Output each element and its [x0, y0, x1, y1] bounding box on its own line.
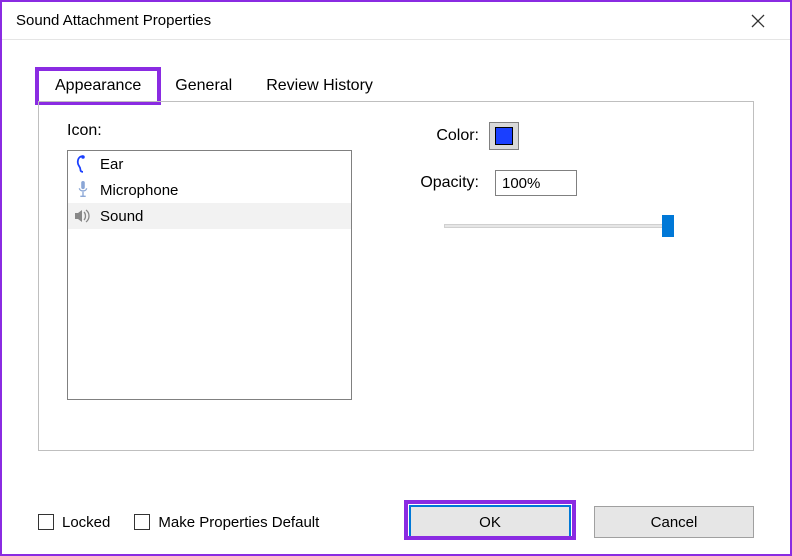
tab-label: Appearance [55, 77, 141, 94]
ear-icon [74, 155, 92, 173]
opacity-label: Opacity: [409, 174, 489, 192]
tab-label: Review History [266, 77, 373, 94]
tab-review-history[interactable]: Review History [249, 70, 390, 102]
window-title: Sound Attachment Properties [16, 12, 211, 29]
locked-checkbox[interactable]: Locked [38, 514, 110, 531]
list-item-label: Ear [100, 156, 123, 173]
ok-button[interactable]: OK [410, 506, 570, 538]
cancel-button[interactable]: Cancel [594, 506, 754, 538]
opacity-row: Opacity: [409, 170, 709, 196]
color-picker-button[interactable] [489, 122, 519, 150]
list-item-label: Microphone [100, 182, 178, 199]
make-default-label: Make Properties Default [158, 514, 319, 531]
appearance-pane: Icon: Ear Microphone Sound [38, 101, 754, 451]
color-label: Color: [409, 127, 489, 145]
color-row: Color: [409, 122, 709, 150]
slider-track [444, 224, 674, 228]
sound-icon [74, 207, 92, 225]
opacity-slider[interactable] [444, 216, 674, 236]
checkbox-box [134, 514, 150, 530]
microphone-icon [74, 181, 92, 199]
list-item[interactable]: Microphone [68, 177, 351, 203]
list-item[interactable]: Sound [68, 203, 351, 229]
locked-label: Locked [62, 514, 110, 531]
tab-appearance[interactable]: Appearance [38, 70, 158, 102]
icon-section: Icon: Ear Microphone Sound [67, 122, 357, 400]
tab-label: General [175, 77, 232, 94]
tab-general[interactable]: General [158, 70, 249, 102]
make-default-checkbox[interactable]: Make Properties Default [134, 514, 319, 531]
icon-label: Icon: [67, 122, 357, 140]
opacity-input[interactable] [495, 170, 577, 196]
titlebar: Sound Attachment Properties [2, 2, 790, 40]
close-button[interactable] [738, 3, 778, 39]
list-item[interactable]: Ear [68, 151, 351, 177]
color-swatch [495, 127, 513, 145]
dialog-footer: Locked Make Properties Default OK Cancel [2, 506, 790, 538]
color-opacity-section: Color: Opacity: [409, 122, 709, 236]
checkbox-box [38, 514, 54, 530]
list-item-label: Sound [100, 208, 143, 225]
icon-listbox[interactable]: Ear Microphone Sound [67, 150, 352, 400]
close-icon [751, 14, 765, 28]
tab-bar: Appearance General Review History [2, 40, 790, 102]
slider-thumb[interactable] [662, 215, 674, 237]
